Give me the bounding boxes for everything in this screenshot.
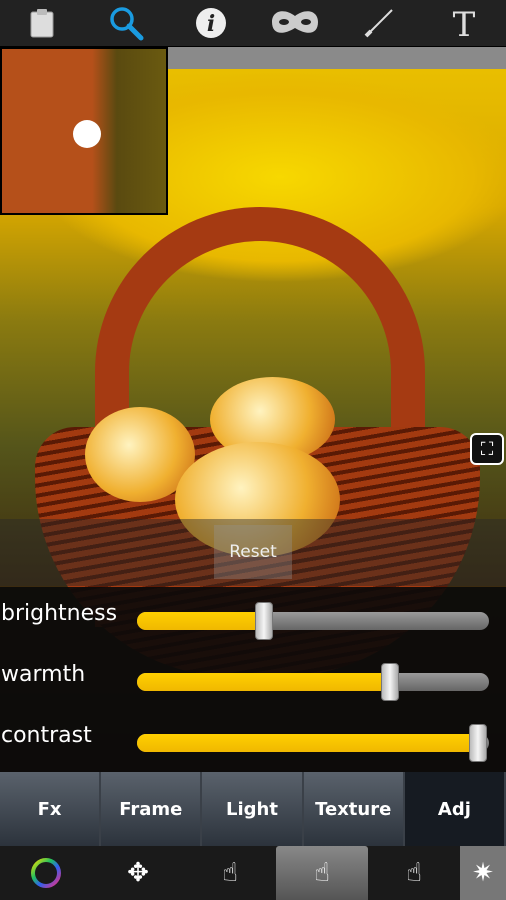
slider-thumb[interactable]: [469, 724, 488, 762]
magic-wand-button[interactable]: ✷: [460, 846, 506, 900]
tab-texture[interactable]: Texture: [303, 772, 405, 846]
brightness-slider[interactable]: [137, 602, 489, 640]
info-button[interactable]: i: [186, 3, 236, 43]
text-button[interactable]: T: [439, 3, 489, 43]
adjust-panel: brightness warmth contrast: [0, 587, 506, 772]
tab-frame[interactable]: Frame: [101, 772, 203, 846]
svg-text:i: i: [207, 11, 215, 37]
warmth-slider[interactable]: [137, 663, 489, 701]
slider-label: contrast: [1, 723, 92, 748]
erase-button[interactable]: ☝: [368, 846, 460, 900]
brush-icon: [365, 9, 394, 38]
zoom-button[interactable]: [101, 3, 151, 43]
slider-label: brightness: [1, 601, 118, 626]
search-icon: [110, 7, 144, 41]
svg-text:T: T: [452, 7, 475, 39]
slider-warmth: warmth: [0, 656, 506, 701]
magic-wand-icon: ✷: [472, 858, 494, 888]
reset-bar: Reset: [0, 519, 506, 586]
category-tabs: Fx Frame Light Texture Adj: [0, 772, 506, 846]
slider-label: warmth: [1, 662, 86, 687]
slider-contrast: contrast: [0, 717, 506, 762]
slider-fill: [137, 612, 264, 630]
bottom-toolbar: ✥ ☝ ☝ ☝ ✷: [0, 846, 506, 900]
slider-thumb[interactable]: [254, 602, 273, 640]
color-ring-icon: [31, 858, 61, 888]
contrast-slider[interactable]: [137, 724, 489, 762]
slider-fill: [137, 673, 391, 691]
hand-move-icon: ✥: [127, 858, 149, 888]
clipboard-button[interactable]: [17, 3, 67, 43]
zoom-point[interactable]: [73, 120, 101, 148]
tab-adj[interactable]: Adj: [404, 772, 506, 846]
hand-erase-icon: ☝: [406, 858, 422, 888]
info-icon: i: [195, 8, 226, 38]
fullscreen-icon: ⛶: [480, 438, 494, 460]
image-border: [168, 47, 506, 69]
fullscreen-button[interactable]: ⛶: [470, 433, 504, 465]
mask-button[interactable]: [270, 3, 320, 43]
move-button[interactable]: ✥: [92, 846, 184, 900]
tab-light[interactable]: Light: [202, 772, 304, 846]
clipboard-icon: [30, 9, 54, 38]
text-icon: T: [452, 7, 475, 39]
mask-icon: [272, 11, 319, 33]
slider-brightness: brightness: [0, 595, 506, 640]
touch-button[interactable]: ☝: [184, 846, 276, 900]
reset-button[interactable]: Reset: [214, 525, 292, 579]
color-touch-button[interactable]: ☝: [276, 846, 368, 900]
color-button[interactable]: [0, 846, 92, 900]
brush-button[interactable]: [354, 3, 404, 43]
hand-color-touch-icon: ☝: [314, 858, 330, 888]
zoom-preview: [0, 47, 168, 215]
tab-fx[interactable]: Fx: [0, 772, 102, 846]
hand-touch-icon: ☝: [222, 858, 238, 888]
top-toolbar: i T: [0, 0, 506, 47]
slider-fill: [137, 734, 479, 752]
slider-thumb[interactable]: [381, 663, 400, 701]
